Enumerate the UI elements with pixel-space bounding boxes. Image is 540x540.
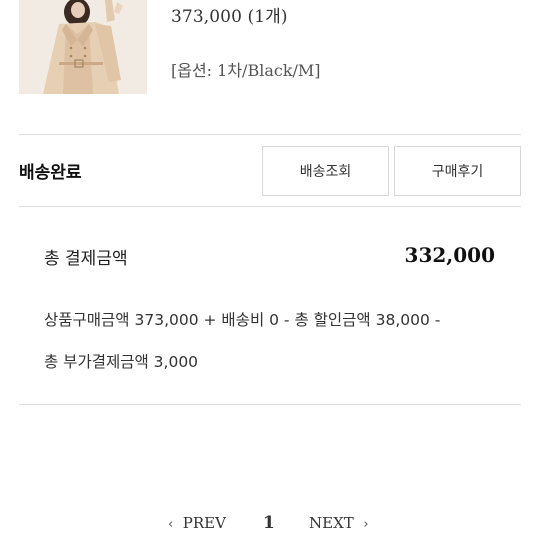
next-label: NEXT <box>309 514 354 532</box>
item-option: [옵션: 1차/Black/M] <box>171 61 321 80</box>
item-price-quantity: 373,000 (1개) <box>171 7 288 27</box>
track-delivery-button[interactable]: 배송조회 <box>262 146 389 196</box>
divider <box>19 206 521 207</box>
next-page-link[interactable]: NEXT › <box>309 514 369 532</box>
payment-breakdown-line2: 총 부가결제금액 3,000 <box>44 353 199 371</box>
payment-breakdown: 상품구매금액 373,000 + 배송비 0 - 총 할인금액 38,000 -… <box>44 299 514 383</box>
delivery-status: 배송완료 <box>19 163 82 183</box>
chevron-left-icon: ‹ <box>168 517 174 532</box>
page-number-current[interactable]: 1 <box>263 513 275 533</box>
prev-page-link[interactable]: ‹ PREV <box>168 514 226 532</box>
divider <box>19 404 521 405</box>
prev-label: PREV <box>182 514 226 532</box>
write-review-button[interactable]: 구매후기 <box>394 146 521 196</box>
product-thumbnail[interactable] <box>19 0 147 94</box>
total-payment-value: 332,000 <box>404 243 495 267</box>
divider <box>19 134 521 135</box>
coat-product-photo <box>19 0 147 94</box>
pagination: ‹ PREV 1 NEXT › <box>0 513 540 538</box>
chevron-right-icon: › <box>363 517 369 532</box>
payment-breakdown-line1: 상품구매금액 373,000 + 배송비 0 - 총 할인금액 38,000 - <box>44 311 441 329</box>
total-payment-label: 총 결제금액 <box>44 249 128 269</box>
